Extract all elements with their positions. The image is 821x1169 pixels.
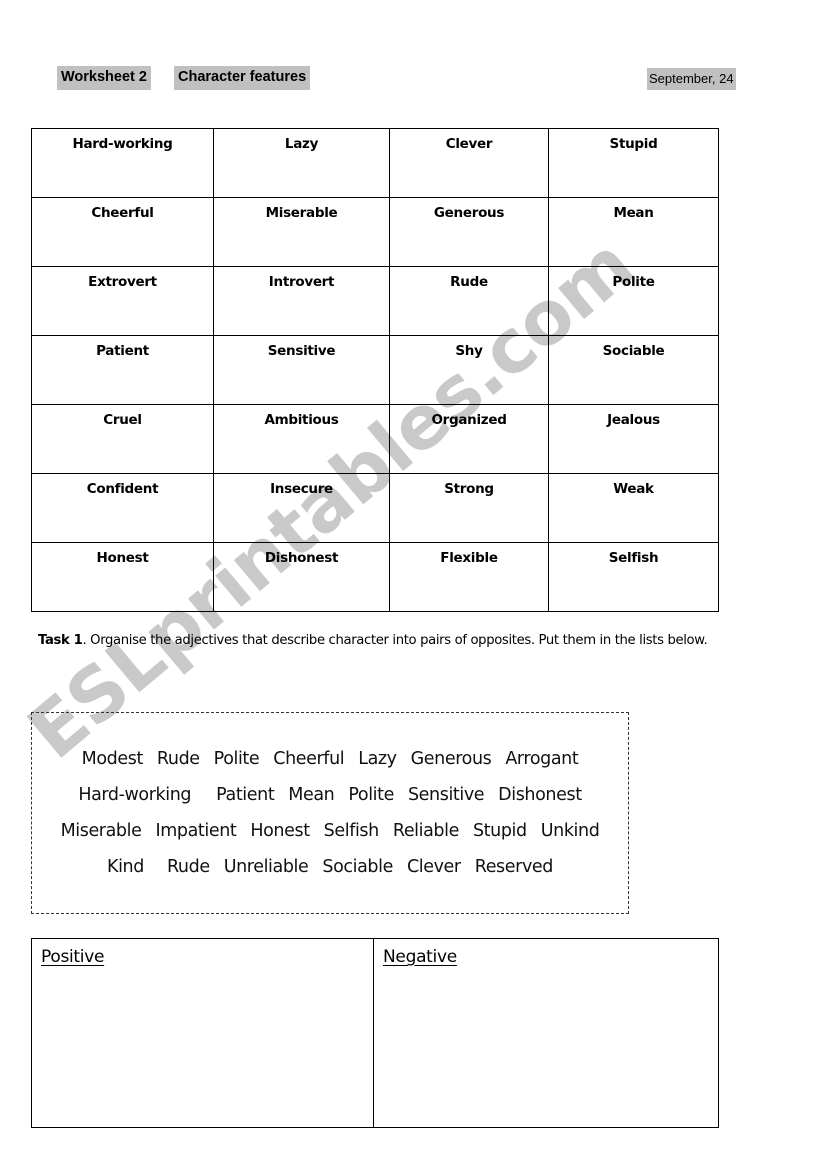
adjective-cell: Organized bbox=[389, 404, 549, 474]
task-text: . Organise the adjectives that describe … bbox=[82, 633, 708, 648]
word-bank-word: Clever bbox=[406, 857, 461, 877]
word-bank-line: Kind Rude Unreliable Sociable Clever Reserved bbox=[32, 849, 628, 885]
negative-answer-cell[interactable]: Negative bbox=[373, 938, 719, 1128]
adjective-cell: Jealous bbox=[548, 404, 719, 474]
adjective-cell: Dishonest bbox=[213, 542, 390, 612]
worksheet-title: Worksheet 2 bbox=[57, 66, 151, 90]
word-bank-word: Sensitive bbox=[407, 785, 485, 805]
word-bank-word: Dishonest bbox=[498, 785, 582, 805]
adjective-cell: Hard-working bbox=[31, 128, 214, 198]
adjective-cell: Selfish bbox=[548, 542, 719, 612]
word-bank-word: Lazy bbox=[358, 749, 397, 769]
adjective-cell: Rude bbox=[389, 266, 549, 336]
positive-answer-cell[interactable]: Positive bbox=[31, 938, 374, 1128]
positive-negative-table: Positive Negative bbox=[31, 938, 719, 1128]
word-bank-word: Honest bbox=[250, 821, 310, 841]
adjectives-table-body: Hard-working Lazy Clever Stupid Cheerful… bbox=[31, 128, 719, 612]
word-bank-word: Unkind bbox=[540, 821, 600, 841]
worksheet-subtitle: Character features bbox=[174, 66, 311, 90]
word-bank-word: Cheerful bbox=[273, 749, 345, 769]
table-row: Hard-working Lazy Clever Stupid bbox=[31, 128, 719, 198]
negative-header: Negative bbox=[383, 947, 457, 967]
word-bank-word: Polite bbox=[348, 785, 394, 805]
word-bank-word: Hard-working bbox=[78, 785, 192, 805]
word-bank-word: Rude bbox=[166, 857, 210, 877]
word-bank-word: Reliable bbox=[392, 821, 460, 841]
table-row: Cheerful Miserable Generous Mean bbox=[31, 197, 719, 267]
positive-negative-body: Positive Negative bbox=[31, 938, 719, 1128]
word-bank-word: Miserable bbox=[60, 821, 142, 841]
word-bank-box: Modest Rude Polite Cheerful Lazy Generous Arro… bbox=[31, 712, 629, 914]
adjective-cell: Shy bbox=[389, 335, 549, 405]
word-bank-word: Selfish bbox=[323, 821, 380, 841]
word-bank-word: Unreliable bbox=[223, 857, 309, 877]
word-bank-word: Stupid bbox=[472, 821, 527, 841]
adjective-cell: Lazy bbox=[213, 128, 390, 198]
adjective-cell: Strong bbox=[389, 473, 549, 543]
adjective-cell: Patient bbox=[31, 335, 214, 405]
adjective-cell: Flexible bbox=[389, 542, 549, 612]
word-bank-word: Modest bbox=[81, 749, 144, 769]
adjective-cell: Weak bbox=[548, 473, 719, 543]
word-bank-word: Generous bbox=[410, 749, 492, 769]
adjectives-table: Hard-working Lazy Clever Stupid Cheerful… bbox=[31, 128, 719, 612]
adjective-cell: Polite bbox=[548, 266, 719, 336]
task-instruction: Task 1. Organise the adjectives that des… bbox=[38, 626, 793, 656]
adjective-cell: Cheerful bbox=[31, 197, 214, 267]
adjective-cell: Extrovert bbox=[31, 266, 214, 336]
table-row: Honest Dishonest Flexible Selfish bbox=[31, 542, 719, 612]
adjective-cell: Mean bbox=[548, 197, 719, 267]
adjective-cell: Miserable bbox=[213, 197, 390, 267]
adjective-cell: Introvert bbox=[213, 266, 390, 336]
adjective-cell: Sensitive bbox=[213, 335, 390, 405]
adjective-cell: Cruel bbox=[31, 404, 214, 474]
word-bank-line: Miserable Impatient Honest Selfish Reliable S… bbox=[32, 813, 628, 849]
adjective-cell: Clever bbox=[389, 128, 549, 198]
adjective-cell: Sociable bbox=[548, 335, 719, 405]
adjective-cell: Honest bbox=[31, 542, 214, 612]
word-bank-word: Polite bbox=[213, 749, 260, 769]
adjective-cell: Confident bbox=[31, 473, 214, 543]
positive-header: Positive bbox=[41, 947, 105, 967]
table-row: Extrovert Introvert Rude Polite bbox=[31, 266, 719, 336]
word-bank-word: Sociable bbox=[322, 857, 393, 877]
word-bank-word: Rude bbox=[156, 749, 200, 769]
adjective-cell: Generous bbox=[389, 197, 549, 267]
word-bank-word: Patient bbox=[216, 785, 275, 805]
table-row: Confident Insecure Strong Weak bbox=[31, 473, 719, 543]
adjective-cell: Ambitious bbox=[213, 404, 390, 474]
word-bank-line: Modest Rude Polite Cheerful Lazy Generous Arro… bbox=[32, 741, 628, 777]
table-row: Positive Negative bbox=[31, 938, 719, 1128]
word-bank-line: Hard-working Patient Mean Polite Sensitive Di… bbox=[32, 777, 628, 813]
word-bank-lines: Modest Rude Polite Cheerful Lazy Generous Arro… bbox=[32, 741, 628, 885]
worksheet-header: Worksheet 2 Character features September… bbox=[0, 64, 821, 92]
word-bank-word: Mean bbox=[288, 785, 335, 805]
adjective-cell: Insecure bbox=[213, 473, 390, 543]
table-row: Patient Sensitive Shy Sociable bbox=[31, 335, 719, 405]
word-bank-word: Kind bbox=[107, 857, 144, 877]
adjective-cell: Stupid bbox=[548, 128, 719, 198]
word-bank-word: Reserved bbox=[474, 857, 554, 877]
word-bank-word: Arrogant bbox=[505, 749, 579, 769]
worksheet-date: September, 24 bbox=[647, 68, 736, 90]
task-label: Task 1 bbox=[38, 633, 83, 648]
word-bank-word: Impatient bbox=[155, 821, 237, 841]
table-row: Cruel Ambitious Organized Jealous bbox=[31, 404, 719, 474]
